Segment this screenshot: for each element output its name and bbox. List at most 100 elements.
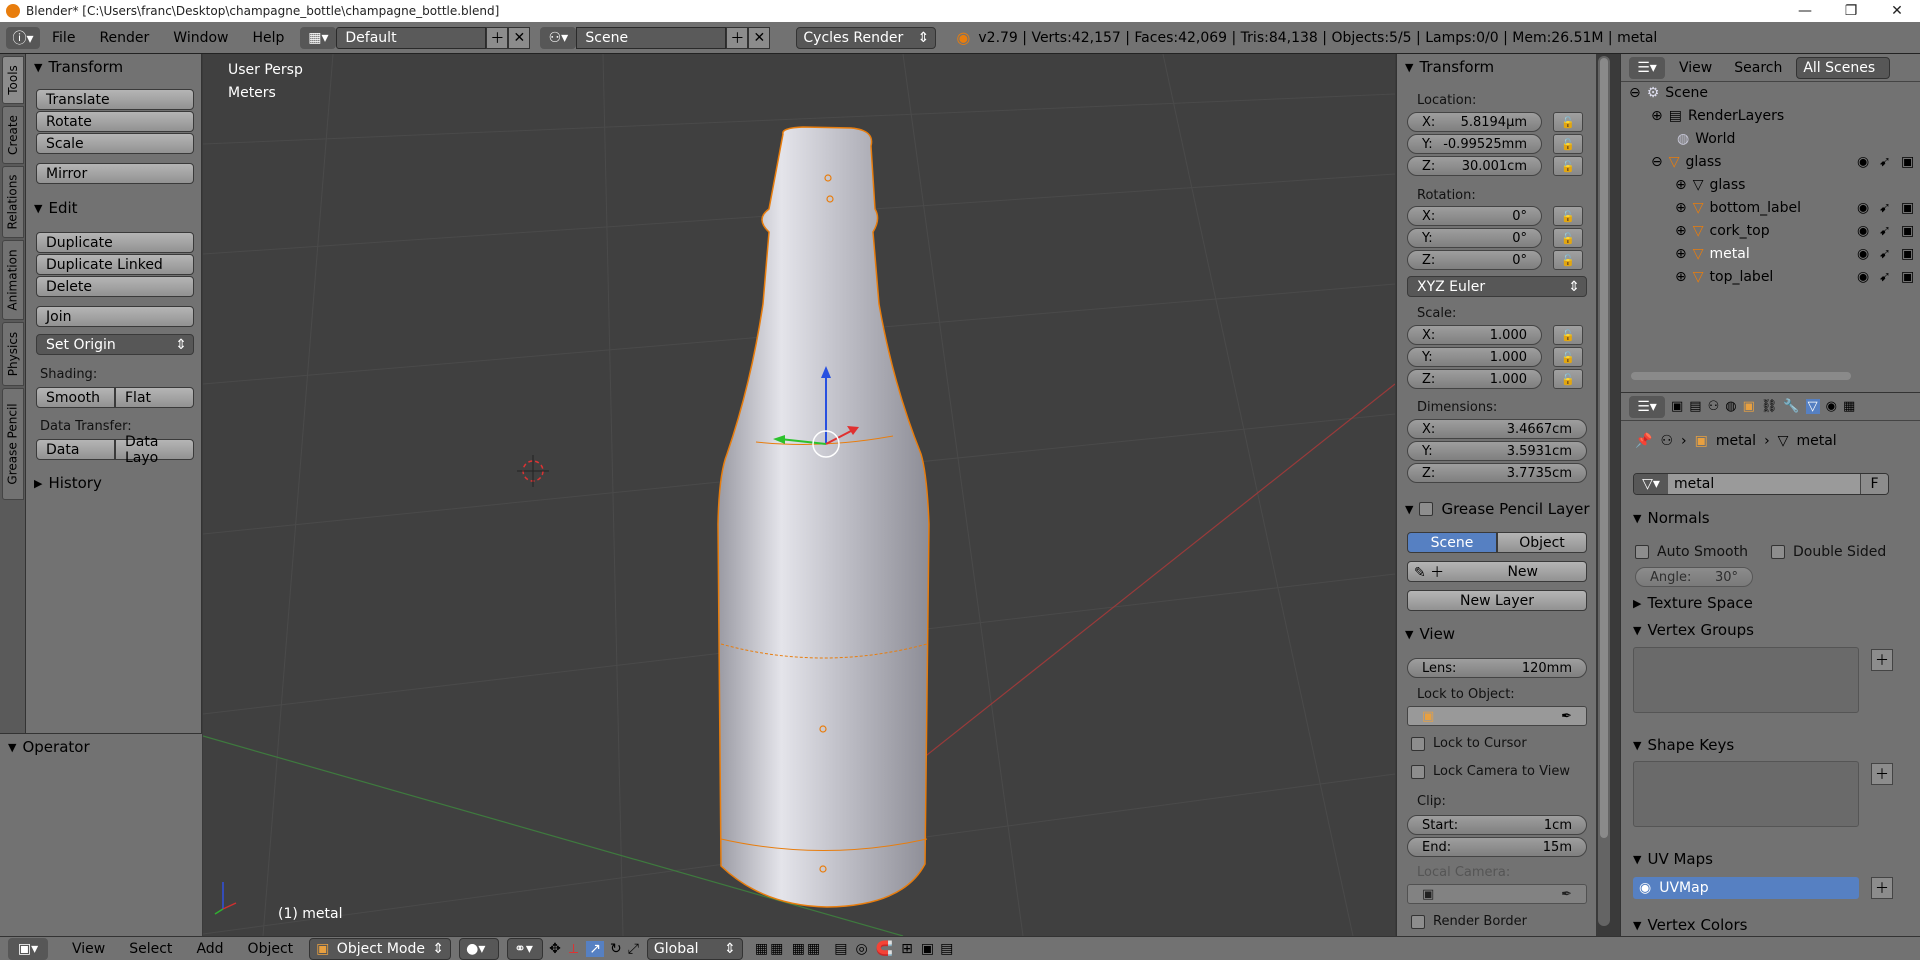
lock-object-field[interactable]: ▣ ✒ [1407, 706, 1587, 726]
manipulator-toggle-icon[interactable]: ✥ [549, 941, 561, 957]
lock-icon[interactable]: 🔓 [1553, 134, 1583, 154]
render-camera-icon[interactable]: ▣ [1901, 154, 1914, 170]
editor-type-3d-icon[interactable]: ▣▾ [8, 937, 48, 960]
world-tab-icon[interactable]: ◍ [1725, 399, 1736, 414]
material-tab-icon[interactable]: ◉ [1826, 399, 1837, 414]
layers-tab-icon[interactable]: ▤ [1689, 399, 1701, 414]
pin-icon[interactable]: 📌 [1635, 433, 1652, 449]
data-transfer-button[interactable]: Data [36, 439, 115, 460]
props-scroll-thumb[interactable] [1600, 58, 1608, 838]
viewport-shading-dropdown[interactable]: ●▾ [459, 937, 500, 960]
outliner-row-scene[interactable]: ⊖ ⚙ Scene [1621, 82, 1920, 104]
champagne-bottle-mesh[interactable] [717, 126, 930, 908]
layout-field[interactable]: Default [336, 26, 487, 49]
move-manipulator-icon[interactable]: ↗ [586, 940, 604, 957]
collapse-icon[interactable]: ⊖ [1629, 85, 1641, 101]
outliner-row-glass-mesh[interactable]: ⊕ ▽ glass [1621, 174, 1920, 196]
scale-z-field[interactable]: Z: 1.000 [1407, 369, 1542, 389]
editor-type-info-icon[interactable]: ⓘ▾ [6, 26, 40, 49]
outliner-search-menu[interactable]: Search [1734, 60, 1782, 76]
scene-field[interactable]: Scene [576, 26, 727, 49]
lock-icon[interactable]: 🔓 [1553, 369, 1583, 389]
snap-element-icon[interactable]: ⊞ [901, 941, 913, 957]
add-layout-icon[interactable]: ＋ [486, 26, 509, 49]
scene-icon[interactable]: ⚇▾ [540, 26, 577, 49]
tab-animation[interactable]: Animation [2, 240, 24, 320]
snap-icon[interactable]: 🧲 [876, 941, 893, 957]
tab-relations[interactable]: Relations [2, 166, 24, 238]
outliner-view-menu[interactable]: View [1679, 60, 1712, 76]
set-origin-dropdown[interactable]: Set Origin ⇕ [36, 334, 194, 355]
double-sided-checkbox[interactable]: Double Sided [1771, 544, 1886, 560]
fake-user-button[interactable]: F [1860, 474, 1888, 494]
lock-icon[interactable]: 🔓 [1553, 228, 1583, 248]
lock-icon[interactable]: 🔓 [1553, 112, 1583, 132]
scale-manipulator-icon[interactable]: ⤢ [628, 941, 639, 957]
menu-view[interactable]: View [60, 941, 117, 957]
3d-viewport[interactable]: User Persp Meters (1) metal [203, 54, 1395, 936]
location-z-field[interactable]: Z: 30.001cm [1407, 156, 1542, 176]
vertex-groups-header[interactable]: ▼ Vertex Groups [1625, 617, 1905, 643]
view-panel-header[interactable]: ▼ View [1397, 621, 1577, 647]
add-shape-key-icon[interactable]: ＋ [1871, 763, 1893, 785]
render-border-checkbox[interactable]: Render Border [1411, 914, 1527, 929]
menu-object[interactable]: Object [236, 941, 306, 957]
auto-smooth-checkbox[interactable]: Auto Smooth [1635, 544, 1748, 560]
clip-start-field[interactable]: Start: 1cm [1407, 815, 1587, 835]
maximize-icon[interactable]: ❐ [1828, 3, 1874, 19]
translate-button[interactable]: Translate [36, 89, 194, 110]
add-uvmap-icon[interactable]: ＋ [1871, 877, 1893, 899]
mesh-browse-icon[interactable]: ▽▾ [1634, 474, 1668, 494]
render-tab-icon[interactable]: ▣ [1671, 399, 1683, 414]
lock-cursor-checkbox[interactable]: Lock to Cursor [1411, 736, 1527, 751]
smooth-button[interactable]: Smooth [36, 387, 115, 408]
data-tab-icon[interactable]: ▽ [1805, 399, 1820, 414]
gp-new-layer-button[interactable]: New Layer [1407, 590, 1587, 611]
close-icon[interactable]: ✕ [1874, 3, 1920, 19]
menu-help[interactable]: Help [240, 30, 296, 46]
data-layout-button[interactable]: Data Layo [115, 434, 194, 466]
texture-tab-icon[interactable]: ▦ [1843, 399, 1855, 414]
rotation-mode-dropdown[interactable]: XYZ Euler ⇕ [1407, 276, 1587, 297]
menu-window[interactable]: Window [161, 30, 240, 46]
render-animation-icon[interactable]: ▤ [940, 941, 953, 957]
scene-tab-icon[interactable]: ⚇ [1708, 399, 1720, 414]
expand-icon[interactable]: ⊕ [1675, 223, 1687, 239]
tab-create[interactable]: Create [2, 106, 24, 164]
transform-panel-header[interactable]: ▼ Transform [26, 54, 202, 80]
visibility-eye-icon[interactable]: ◉ [1857, 154, 1869, 170]
vertex-colors-header[interactable]: ▼ Vertex Colors [1625, 914, 1905, 936]
viewport-scene[interactable] [203, 54, 1395, 936]
display-mode-dropdown[interactable]: All Scenes [1796, 56, 1891, 79]
scale-button[interactable]: Scale [36, 133, 194, 154]
history-panel-header[interactable]: ▶ History [26, 470, 202, 496]
vertex-groups-list[interactable] [1633, 647, 1859, 713]
screen-layout-icon[interactable]: ▦▾ [300, 26, 337, 49]
normals-panel-header[interactable]: ▼ Normals [1625, 505, 1905, 531]
layers-grid-icon[interactable]: ▦▦ ▦▦ [755, 941, 822, 957]
render-camera-icon[interactable]: ▣ [1901, 246, 1914, 262]
lock-icon[interactable]: 🔓 [1553, 347, 1583, 367]
mirror-button[interactable]: Mirror [36, 163, 194, 184]
outliner-row-bottom-label[interactable]: ⊕ ▽ bottom_label ◉ ➹ ▣ [1621, 197, 1920, 219]
rotate-button[interactable]: Rotate [36, 111, 194, 132]
properties-editor-icon[interactable]: ☰▾ [1629, 395, 1665, 418]
render-engine-dropdown[interactable]: Cycles Render ⇕ [796, 26, 937, 49]
render-camera-icon[interactable]: ▣ [1901, 200, 1914, 216]
expand-icon[interactable]: ⊕ [1675, 269, 1687, 285]
mode-dropdown[interactable]: ▣ Object Mode ⇕ [309, 937, 452, 960]
expand-icon[interactable]: ⊕ [1675, 177, 1687, 193]
mesh-datablock[interactable]: ▽▾ metal F [1633, 473, 1889, 495]
minimize-icon[interactable]: — [1782, 3, 1828, 19]
menu-file[interactable]: File [40, 30, 87, 46]
gp-object-button[interactable]: Object [1497, 532, 1587, 553]
lock-icon[interactable]: 🔓 [1553, 250, 1583, 270]
tab-physics[interactable]: Physics [2, 322, 24, 386]
lock-icon[interactable]: 🔓 [1553, 156, 1583, 176]
edit-panel-header[interactable]: ▼ Edit [26, 195, 202, 221]
lens-field[interactable]: Lens: 120mm [1407, 658, 1587, 678]
select-cursor-icon[interactable]: ➹ [1879, 223, 1891, 239]
object-tab-icon[interactable]: ▣ [1743, 399, 1755, 414]
location-y-field[interactable]: Y: -0.99525mm [1407, 134, 1542, 154]
lock-layers-icon[interactable]: ▤ [834, 941, 847, 957]
